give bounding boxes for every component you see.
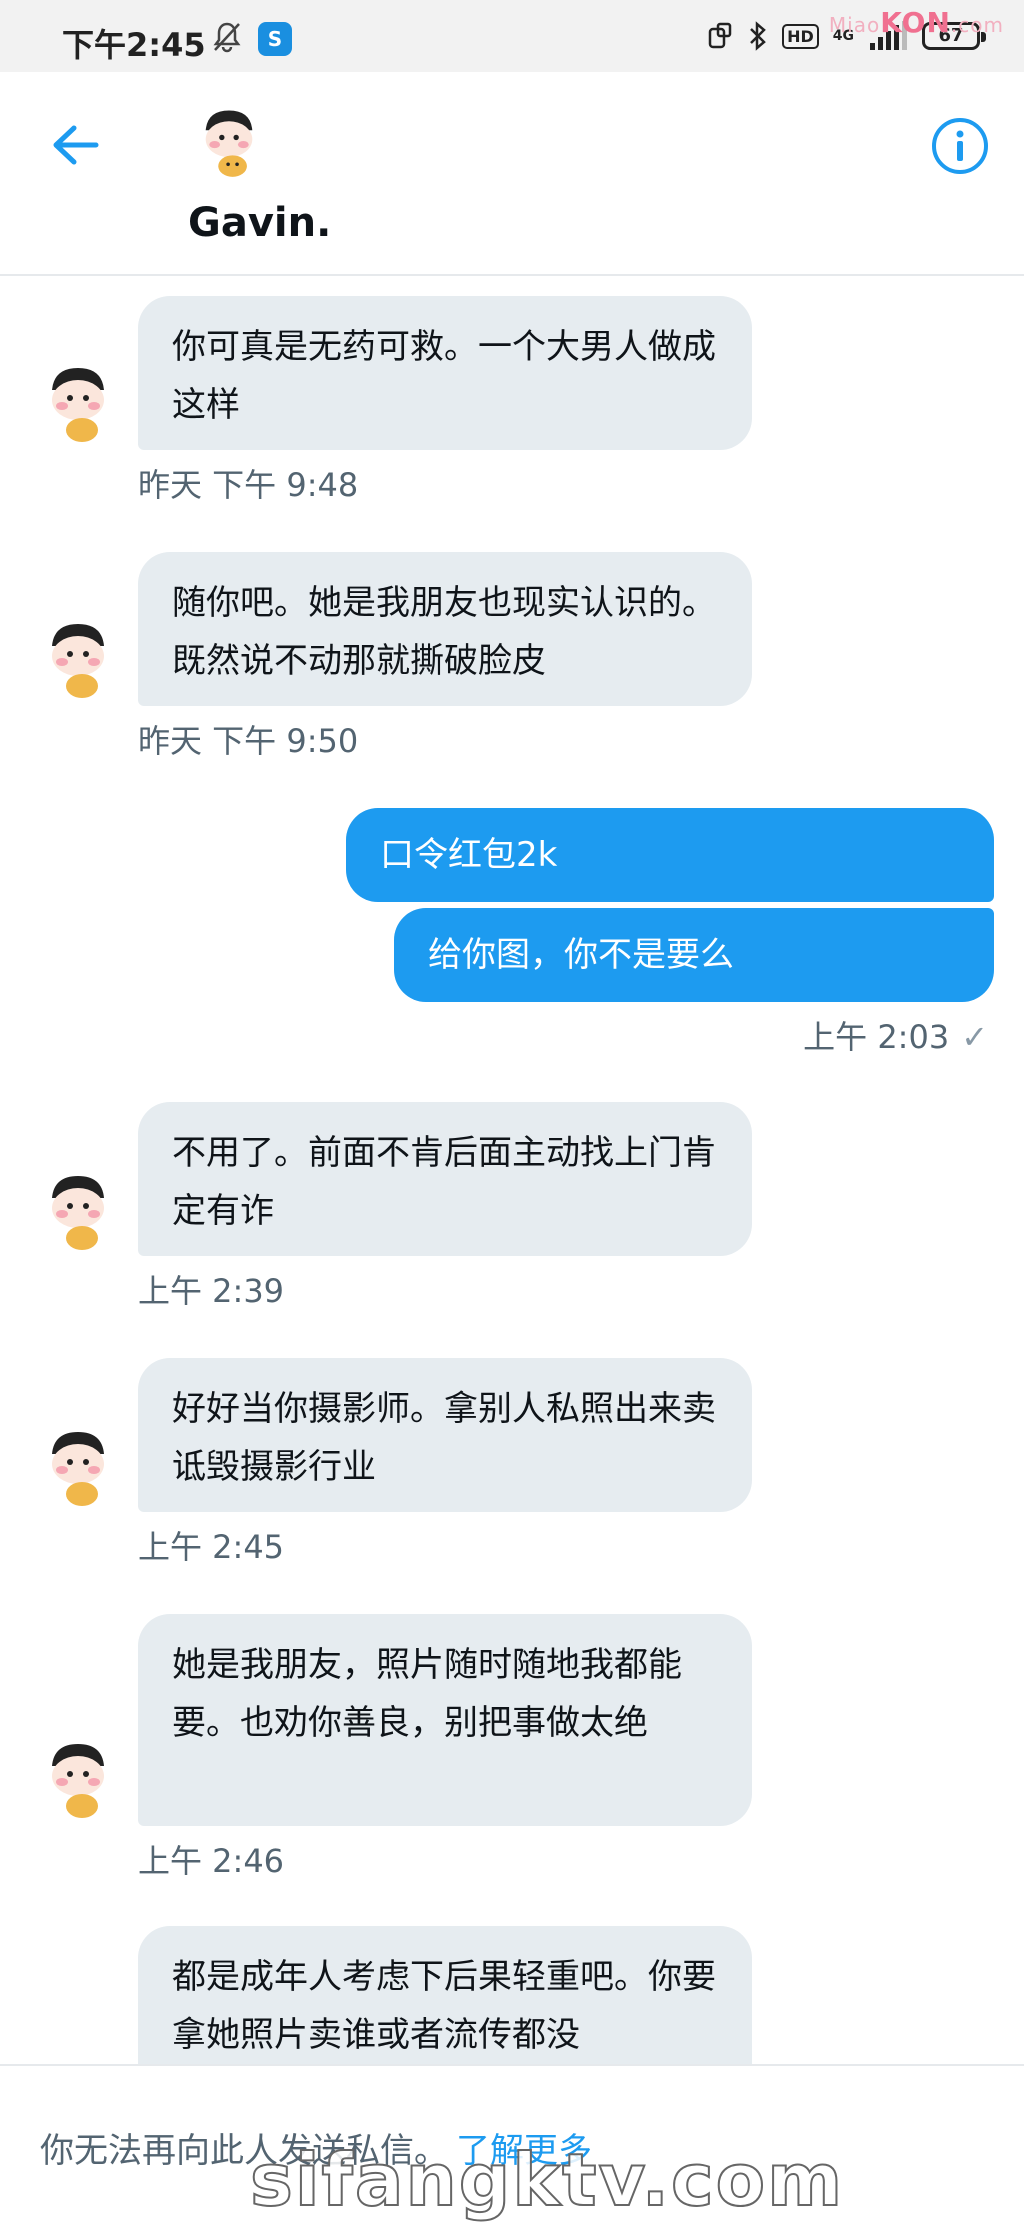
conversation-header: Gavin. (0, 72, 1024, 276)
arrow-left-icon[interactable] (50, 122, 100, 168)
sender-avatar[interactable] (30, 1418, 126, 1514)
incoming-message[interactable]: 好好当你摄影师。拿别人私照出来卖诋毁摄影行业 (138, 1358, 752, 1512)
bluetooth-icon (750, 21, 766, 51)
message-time: 上午 2:03 (803, 1018, 950, 1056)
read-check-icon: ✓ (961, 1018, 988, 1056)
incoming-message[interactable]: 她是我朋友，照片随时随地我都能要。也劝你善良，别把事做太绝 (138, 1614, 752, 1826)
incoming-message[interactable]: 不用了。前面不肯后面主动找上门肯定有诈 (138, 1102, 752, 1256)
watermark-prefix: Miao (828, 13, 881, 37)
watermark-brand: KON (880, 6, 951, 39)
screen-rotate-icon (708, 22, 732, 49)
sender-avatar[interactable] (30, 1162, 126, 1258)
status-time: 下午2:45 (62, 26, 206, 64)
status-bar: 下午2:45 S HD 4G 67 MiaoKON.com (0, 0, 1024, 72)
app-notification-icon: S (258, 22, 292, 56)
message-timestamp: 上午 2:45 (138, 1528, 285, 1566)
sender-avatar[interactable] (30, 610, 126, 706)
message-timestamp: 昨天 下午 9:48 (138, 466, 359, 504)
corner-watermark: MiaoKON.com (829, 6, 1004, 39)
watermark-suffix: .com (950, 13, 1004, 37)
message-timestamp: 上午 2:39 (138, 1272, 285, 1310)
contact-name[interactable]: Gavin. (188, 200, 331, 246)
hd-badge: HD (782, 23, 819, 49)
message-timestamp: 上午 2:03 ✓ (803, 1012, 988, 1058)
bell-off-icon (213, 22, 241, 53)
site-watermark: sifangktv.com (249, 2137, 845, 2222)
sender-avatar[interactable] (30, 354, 126, 450)
info-circle-icon[interactable] (930, 116, 990, 176)
incoming-message[interactable]: 你可真是无药可救。一个大男人做成这样 (138, 296, 752, 450)
sender-avatar[interactable] (30, 1730, 126, 1826)
message-timestamp: 上午 2:46 (138, 1842, 285, 1880)
incoming-message[interactable]: 随你吧。她是我朋友也现实认识的。既然说不动那就撕破脸皮 (138, 552, 752, 706)
outgoing-message[interactable]: 口令红包2k (346, 808, 994, 902)
message-timestamp: 昨天 下午 9:50 (138, 722, 359, 760)
contact-avatar[interactable] (186, 98, 272, 184)
outgoing-message[interactable]: 给你图，你不是要么 (394, 908, 994, 1002)
